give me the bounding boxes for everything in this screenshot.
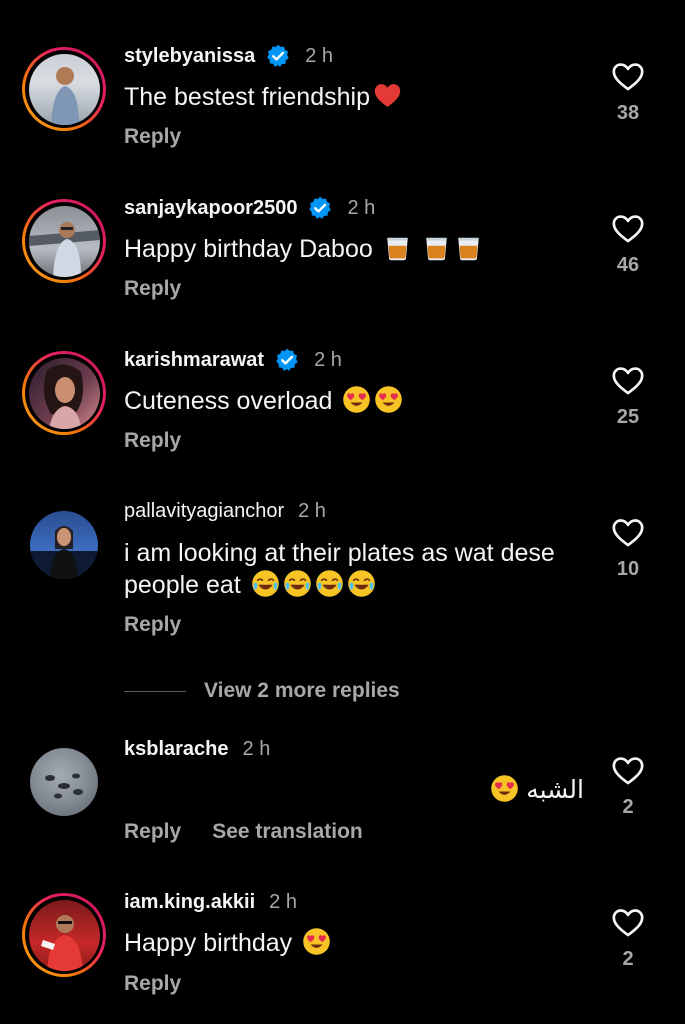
joy-emoji [251, 569, 280, 598]
comment-text: Happy birthday [124, 927, 594, 959]
comment-text: Cuteness overload [124, 385, 594, 417]
heart-outline-icon[interactable] [611, 906, 645, 940]
heart-outline-icon[interactable] [611, 754, 645, 788]
like-count: 25 [616, 406, 640, 428]
reply-button[interactable]: Reply [124, 972, 181, 996]
like-count: 38 [616, 102, 640, 124]
username[interactable]: stylebyanissa [124, 44, 255, 68]
like-control: 46 [605, 212, 651, 277]
avatar-frame[interactable] [22, 503, 106, 587]
verified-badge-icon [274, 347, 300, 373]
heart-outline-icon[interactable] [611, 212, 645, 246]
avatar [28, 899, 100, 971]
username[interactable]: sanjaykapoor2500 [124, 196, 297, 220]
view-more-replies-button[interactable]: View 2 more replies [124, 679, 400, 703]
username[interactable]: iam.king.akkii [124, 890, 255, 914]
like-count: 46 [616, 254, 640, 276]
comment-time: 2 h [269, 891, 297, 913]
like-control: 2 [605, 906, 651, 971]
verified-badge-icon [307, 195, 333, 221]
comment-time: 2 h [314, 349, 342, 371]
tumbler-glass-emoji [422, 233, 451, 262]
reply-button[interactable]: Reply [124, 820, 181, 844]
like-count: 2 [622, 796, 634, 818]
like-control: 25 [605, 364, 651, 429]
reply-button[interactable]: Reply [124, 429, 181, 453]
comment-text: The bestest friendship [124, 81, 594, 113]
avatar [28, 357, 100, 429]
comment-time: 2 h [298, 500, 326, 522]
comment-text: i am looking at their plates as wat dese… [124, 539, 555, 599]
comment-time: 2 h [305, 45, 334, 67]
avatar-story-ring[interactable] [22, 351, 106, 435]
comment-time: 2 h [242, 738, 271, 760]
avatar [28, 53, 100, 125]
divider [124, 690, 186, 692]
reply-button[interactable]: Reply [124, 125, 181, 149]
red-heart-emoji [373, 81, 402, 110]
heart-eyes-emoji [302, 927, 331, 956]
like-count: 2 [622, 948, 634, 970]
heart-outline-icon[interactable] [611, 364, 645, 398]
reply-button[interactable]: Reply [124, 613, 181, 637]
avatar-story-ring[interactable] [22, 199, 106, 283]
like-control: 38 [605, 60, 651, 125]
avatar-story-ring[interactable] [22, 893, 106, 977]
avatar [28, 205, 100, 277]
tumbler-glass-emoji [454, 233, 483, 262]
like-control: 10 [605, 516, 651, 581]
joy-emoji [315, 569, 344, 598]
heart-eyes-emoji [342, 385, 371, 414]
username[interactable]: karishmarawat [124, 348, 264, 372]
joy-emoji [347, 569, 376, 598]
heart-outline-icon[interactable] [611, 60, 645, 94]
username[interactable]: ksblarache [124, 737, 229, 761]
avatar [30, 511, 98, 579]
avatar-frame[interactable] [22, 740, 106, 824]
like-count: 10 [616, 558, 640, 580]
username[interactable]: pallavityagianchor [124, 499, 284, 523]
like-control: 2 [605, 754, 651, 819]
heart-eyes-emoji [374, 385, 403, 414]
reply-button[interactable]: Reply [124, 277, 181, 301]
heart-eyes-emoji [490, 774, 519, 803]
avatar [30, 748, 98, 816]
comment-text: الشبه [124, 774, 584, 806]
verified-badge-icon [265, 43, 291, 69]
view-more-replies-label: View 2 more replies [204, 679, 400, 702]
joy-emoji [283, 569, 312, 598]
avatar-story-ring[interactable] [22, 47, 106, 131]
heart-outline-icon[interactable] [611, 516, 645, 550]
comment-text: Happy birthday Daboo [124, 233, 594, 265]
see-translation-button[interactable]: See translation [212, 820, 363, 844]
tumbler-glass-emoji [383, 233, 412, 262]
comment-time: 2 h [347, 197, 376, 219]
